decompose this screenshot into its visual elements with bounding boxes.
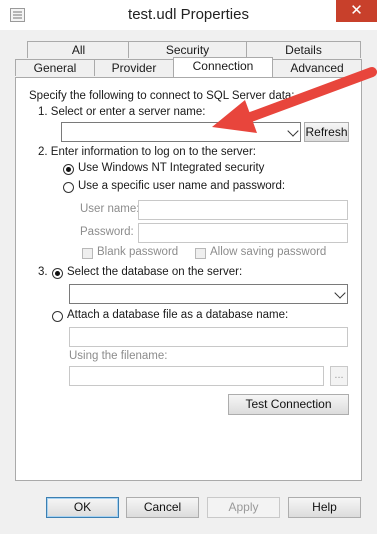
password-label: Password: <box>80 226 134 238</box>
step1-label: 1. Select or enter a server name: <box>38 106 206 118</box>
windows-security-radio[interactable] <box>63 164 74 175</box>
window-title: test.udl Properties <box>128 6 249 23</box>
cancel-button[interactable]: Cancel <box>126 497 199 518</box>
database-combo[interactable] <box>69 284 348 304</box>
allow-saving-checkbox[interactable] <box>195 248 206 259</box>
ok-button[interactable]: OK <box>46 497 119 518</box>
title-bar: test.udl Properties ✕ <box>0 0 377 30</box>
close-button[interactable]: ✕ <box>336 0 377 22</box>
tab-details[interactable]: Details <box>246 41 361 58</box>
tab-connection[interactable]: Connection <box>173 57 273 77</box>
browse-button[interactable]: ... <box>330 366 348 386</box>
specific-user-label: Use a specific user name and password: <box>78 180 286 192</box>
apply-button[interactable]: Apply <box>207 497 280 518</box>
server-name-combo[interactable] <box>61 122 301 142</box>
windows-security-label: Use Windows NT Integrated security <box>78 162 265 174</box>
filename-label: Using the filename: <box>69 350 168 362</box>
password-field[interactable] <box>138 223 348 243</box>
attach-database-radio[interactable] <box>52 311 63 322</box>
tab-all[interactable]: All <box>27 41 130 58</box>
connection-tab-panel: Specify the following to connect to SQL … <box>15 77 362 481</box>
username-field[interactable] <box>138 200 348 220</box>
attach-database-field[interactable] <box>69 327 348 347</box>
allow-saving-label: Allow saving password <box>210 246 327 258</box>
help-button[interactable]: Help <box>288 497 361 518</box>
step3-label: 3. <box>38 266 48 278</box>
properties-dialog: test.udl Properties ✕ All Security Detai… <box>0 0 377 534</box>
blank-password-label: Blank password <box>97 246 179 258</box>
intro-text: Specify the following to connect to SQL … <box>29 90 295 102</box>
step2-label: 2. Enter information to log on to the se… <box>38 146 256 158</box>
select-database-label: Select the database on the server: <box>67 266 243 278</box>
tab-advanced[interactable]: Advanced <box>272 59 362 76</box>
test-connection-button[interactable]: Test Connection <box>228 394 349 415</box>
username-label: User name: <box>80 203 140 215</box>
refresh-button[interactable]: Refresh <box>304 122 349 142</box>
select-database-radio[interactable] <box>52 268 63 279</box>
tab-security[interactable]: Security <box>128 41 247 58</box>
attach-database-label: Attach a database file as a database nam… <box>67 309 289 321</box>
tab-provider[interactable]: Provider <box>94 59 174 76</box>
chevron-down-icon <box>287 125 299 137</box>
blank-password-checkbox[interactable] <box>82 248 93 259</box>
specific-user-radio[interactable] <box>63 182 74 193</box>
filename-field[interactable] <box>69 366 324 386</box>
tab-general[interactable]: General <box>15 59 95 76</box>
chevron-down-icon <box>334 287 346 299</box>
